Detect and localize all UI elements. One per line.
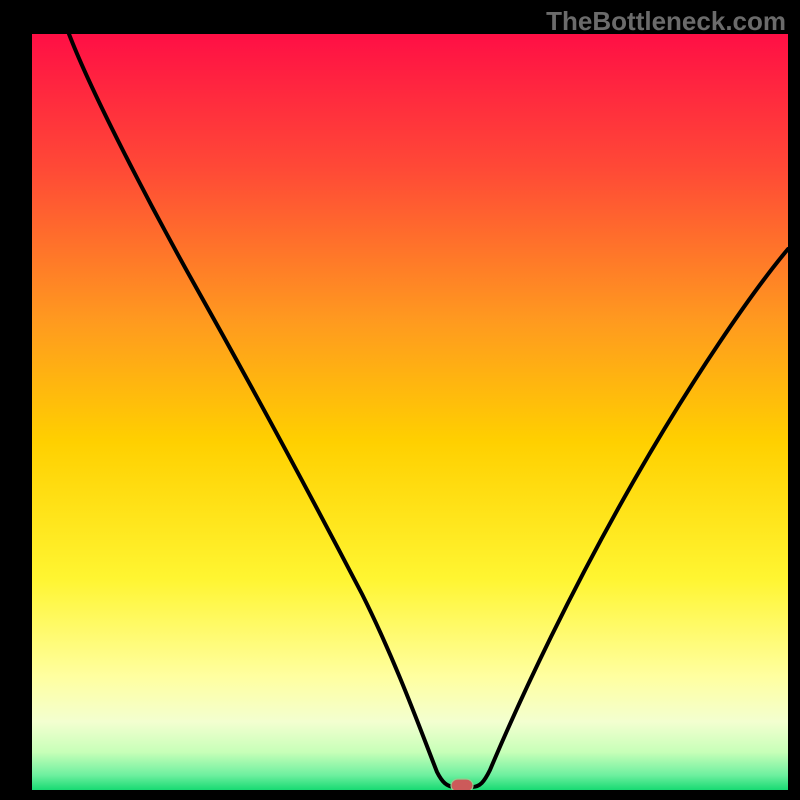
watermark-text: TheBottleneck.com (546, 6, 786, 37)
outer-frame: TheBottleneck.com (0, 0, 800, 800)
plot-area (32, 34, 788, 790)
minimum-marker (451, 779, 473, 790)
chart-svg (32, 34, 788, 790)
